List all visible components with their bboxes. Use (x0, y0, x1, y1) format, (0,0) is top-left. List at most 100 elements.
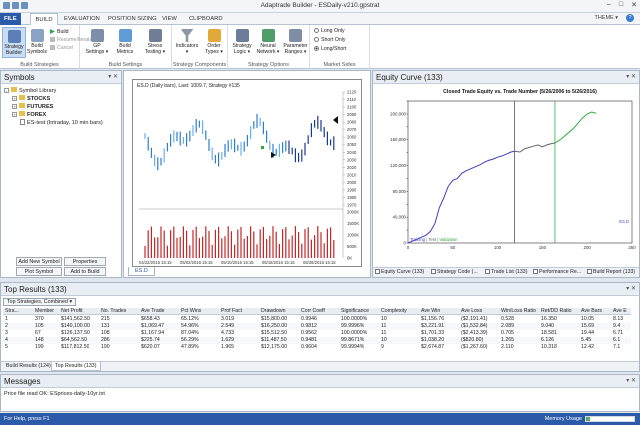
group-settings-label: Build Settings (108, 62, 143, 68)
maximize-button[interactable]: □ (619, 1, 623, 9)
pin-icon[interactable]: ▾ ✕ (626, 375, 636, 388)
price-tick-label: 2060 (347, 135, 357, 140)
strategy-logic-button[interactable]: Strategy Logic ▾ (230, 29, 254, 55)
build-metrics-button[interactable]: Build Metrics (112, 29, 138, 55)
stress-testing-button[interactable]: Stress Testing ▾ (140, 29, 170, 55)
column-header[interactable]: Ave Trade (141, 308, 165, 315)
tree-item[interactable]: + STOCKS (4, 95, 119, 103)
tab-strategy-code[interactable]: Strategy Code (... (431, 269, 478, 275)
column-header[interactable]: Complexity (381, 308, 407, 315)
tab-position-sizing[interactable]: POSITION SIZING (104, 13, 161, 25)
indicators-button[interactable]: Indicators ▾ (174, 29, 200, 55)
table-row[interactable]: 5 199 $117,812.50 190 $620.07 47.89% 1.965 $12,… (3, 344, 631, 351)
volume-bar (227, 226, 229, 258)
pin-icon[interactable]: ▾ ✕ (626, 283, 636, 296)
table-row[interactable]: 1 370 $141,562.50 215 $658.43 65.12% 3.019 $15,… (3, 316, 631, 323)
build-button[interactable]: Build (50, 29, 69, 35)
table-row[interactable]: 2 105 $140,100.00 131 $1,069.47 54.96% 2.549 $1… (3, 323, 631, 330)
build-symbols-button[interactable]: Build Symbols (27, 29, 47, 55)
cancel-button[interactable]: Cancel (50, 45, 73, 51)
tab-es-d[interactable]: ES.D (128, 267, 155, 276)
table-cell: 16.350 (541, 316, 557, 322)
volume-bar (259, 229, 261, 258)
table-cell: 215 (101, 316, 110, 322)
minimize-button[interactable]: – (607, 1, 611, 9)
table-cell: 0.9562 (301, 330, 317, 336)
y-tick-label: 160,000 (390, 137, 406, 142)
parameter-ranges-button[interactable]: Parameter Ranges ▾ (282, 29, 309, 55)
pin-icon[interactable]: ▾ ✕ (108, 71, 118, 84)
column-header[interactable]: Pct Wins (181, 308, 201, 315)
tab-view[interactable]: VIEW (158, 13, 181, 25)
strategy-builder-button[interactable]: Strategy Builder (2, 27, 26, 58)
expand-icon[interactable]: + (12, 104, 17, 109)
column-header[interactable]: Corr Coeff (301, 308, 325, 315)
tab-trade-list[interactable]: Trade List (133) (485, 269, 527, 275)
tab-file[interactable]: FILE (0, 13, 21, 25)
tab-build[interactable]: BUILD (30, 13, 58, 25)
price-tick-label: 2100 (347, 105, 357, 110)
volume-bar (157, 237, 159, 258)
short-only-radio[interactable]: Short Only (314, 37, 346, 43)
list-icon (485, 269, 490, 274)
tree-item-label: Symbol Library (19, 88, 57, 94)
tree-item[interactable]: + FUTURES (4, 103, 119, 111)
gp-settings-button[interactable]: GP Settings ▾ (84, 29, 110, 55)
results-filter-dropdown[interactable]: Top Strategies, Combined ▾ (3, 298, 77, 306)
tree-item[interactable]: - Symbol Library (4, 87, 119, 95)
table-cell: $1,156.76 (421, 316, 445, 322)
neural-network-button[interactable]: Neural Network ▾ (255, 29, 281, 55)
parameter-ranges-label: Parameter Ranges (283, 43, 308, 55)
long-short-radio[interactable]: Long/Short (314, 46, 346, 52)
column-header[interactable]: Significance (341, 308, 369, 315)
volume-bar (186, 230, 188, 258)
column-header[interactable]: Member (35, 308, 54, 315)
column-header[interactable]: Ave Win (421, 308, 440, 315)
order-types-button[interactable]: Order Types ▾ (201, 29, 227, 55)
pin-icon[interactable]: ▾ ✕ (626, 71, 636, 84)
tab-evaluation[interactable]: EVALUATION (60, 13, 104, 25)
expand-icon[interactable]: + (12, 96, 17, 101)
volume-bar (163, 230, 165, 258)
table-cell: $64,562.50 (61, 337, 87, 343)
tab-build-report[interactable]: Build Report (133) (587, 269, 635, 275)
theme-menu[interactable]: THEME ▾ (594, 15, 618, 21)
column-header[interactable]: Net Profit (61, 308, 83, 315)
column-header[interactable]: Ret/DD Ratio (541, 308, 572, 315)
plot-area (407, 100, 633, 244)
column-header[interactable]: Ave E (613, 308, 627, 315)
equity-chart[interactable]: Closed Trade Equity vs. Trade Number (5/… (374, 85, 640, 265)
properties-button[interactable]: Properties (64, 257, 106, 266)
add-new-symbol-button[interactable]: Add New Symbol (16, 257, 62, 266)
x-tick-label: 50 (450, 245, 455, 250)
tree-item[interactable]: ES-test (Intraday, 10 min bars) (4, 119, 119, 127)
results-header: Top Results (133) ▾ ✕ (1, 283, 639, 296)
table-cell: 2.089 (501, 323, 514, 329)
column-header[interactable]: Prof Fact (221, 308, 242, 315)
legend-training: Training (410, 237, 426, 242)
expand-icon[interactable]: + (12, 112, 17, 117)
tree-item[interactable]: + FOREX (4, 111, 119, 119)
table-row[interactable]: 4 148 $64,562.50 286 $225.74 56.29% 1.629 $11,4… (3, 337, 631, 344)
tab-equity-curve[interactable]: Equity Curve (133) (375, 269, 424, 275)
expand-icon[interactable]: - (4, 88, 9, 93)
column-header[interactable]: Drawdown (261, 308, 286, 315)
help-icon[interactable]: ? (626, 14, 634, 22)
tab-top-results[interactable]: Top Results (133) (51, 362, 101, 371)
column-header[interactable]: Ave Loss (461, 308, 482, 315)
column-header[interactable]: Stra... (5, 308, 19, 315)
plot-symbol-button[interactable]: Plot Symbol (16, 267, 62, 276)
long-only-radio[interactable]: Long Only (314, 28, 345, 34)
table-row[interactable]: 3 67 $126,137.50 108 $1,167.94 87.04% 4.733 $15… (3, 330, 631, 337)
close-button[interactable]: ✕ (631, 1, 637, 9)
price-chart[interactable]: 2120 2110 2100 2090 2080 2070 2060 2050 2040 2030… (133, 80, 363, 268)
column-header[interactable]: Ave Bars (581, 308, 602, 315)
tab-build-results[interactable]: Build Results (124) (3, 362, 54, 371)
tab-clipboard[interactable]: CLIPBOARD (185, 13, 227, 25)
column-header[interactable]: Win/Loss Ratio (501, 308, 536, 315)
volume-bar (218, 226, 220, 258)
tab-performance-report[interactable]: Performance Re... (533, 269, 581, 275)
long-short-label: Long/Short (321, 46, 347, 52)
column-header[interactable]: No. Trades (101, 308, 126, 315)
add-to-build-button[interactable]: Add to Build (64, 267, 106, 276)
